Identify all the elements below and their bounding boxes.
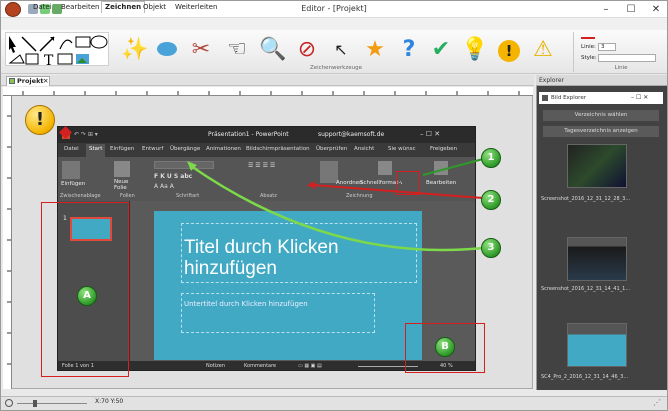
choose-folder-button[interactable]: Verzeichnis wählen [543,110,659,121]
explorer-thumbnail[interactable] [567,237,627,281]
explorer-thumbnail[interactable] [567,323,627,367]
resize-grip-icon[interactable]: ⋰ [653,398,661,407]
callout-a-icon[interactable]: A [77,286,97,306]
image-explorer-window: Bild Explorer – ☐ ✕ [539,92,663,104]
status-zoom-icon[interactable] [5,399,13,407]
explorer-title: Explorer [536,75,667,86]
status-zoom-thumb[interactable] [33,400,37,407]
image-explorer-icon [542,95,548,101]
explorer-item-caption: Screenshot_2016_12_31_14_41_1... [541,286,631,292]
callout-2-icon[interactable]: 2 [481,190,501,210]
callout-b-icon[interactable]: B [435,337,455,357]
callout-1-icon[interactable]: 1 [481,148,501,168]
explorer-item-caption: SC4_Pro_2_2016_12_31_14_46_3... [541,374,629,380]
status-coordinates: X:70 Y:50 [95,398,124,405]
image-explorer-controls: – ☐ ✕ [631,94,649,101]
show-today-folder-button[interactable]: Tagesverzeichnis anzeigen [543,126,659,137]
callout-3-icon[interactable]: 3 [481,238,501,258]
image-explorer-title: Bild Explorer [551,95,586,101]
editor-window: Editor - [Projekt] – ☐ ✕ Datei Bearbeite… [0,0,668,411]
explorer-item-caption: Screenshot_2016_12_31_12_28_3... [541,196,631,202]
explorer-thumbnail[interactable] [567,144,627,188]
status-zoom-slider[interactable] [17,403,87,404]
